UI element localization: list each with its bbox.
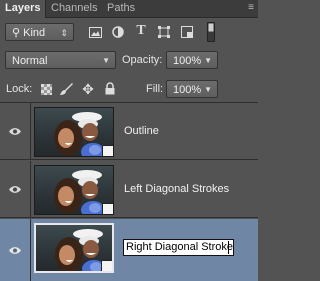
eye-icon — [9, 185, 21, 193]
layer-name: Left Diagonal Strokes — [124, 183, 230, 195]
blend-mode-dropdown[interactable]: Normal ▼ — [5, 51, 116, 69]
layer-name: Right Diagonal Strokes — [126, 241, 234, 253]
layer-name-rename-input[interactable]: Right Diagonal Strokes — [123, 239, 234, 256]
visibility-toggle[interactable] — [0, 103, 31, 159]
layer-thumbnail — [34, 107, 114, 157]
layer-row-right-diagonal-strokes[interactable]: Right Diagonal Strokes — [0, 219, 258, 281]
smart-object-badge-icon — [102, 145, 113, 156]
eye-icon — [9, 246, 21, 254]
opacity-label: Opacity: — [122, 54, 163, 66]
adjustment-layer-filter-icon[interactable] — [111, 25, 125, 39]
opacity-field[interactable]: 100% ▼ — [166, 51, 218, 69]
lock-row: Lock: ✥ Fill: 100% ▼ — [0, 75, 258, 103]
lock-position-move-icon[interactable]: ✥ — [81, 81, 95, 97]
panel-menu-icon[interactable]: ≡ — [248, 3, 254, 13]
smart-object-badge-icon — [102, 203, 113, 214]
smart-object-badge-icon — [101, 260, 112, 271]
tab-layers[interactable]: Layers — [0, 0, 47, 18]
layer-row-outline[interactable]: Outline — [0, 103, 258, 160]
opacity-value: 100% — [173, 55, 202, 67]
layer-name: Outline — [124, 125, 159, 137]
eye-icon — [9, 127, 21, 135]
filter-row: ⚲ Kind ⇕ T — [0, 18, 258, 45]
visibility-toggle[interactable] — [0, 219, 31, 281]
fill-field[interactable]: 100% ▼ — [166, 80, 218, 98]
panel-tab-bar: Layers Channels Paths ≡ — [0, 0, 258, 18]
blend-mode-value: Normal — [12, 55, 48, 67]
chevron-down-icon: ▼ — [204, 85, 212, 94]
filter-toggle-switch[interactable] — [207, 22, 215, 42]
fill-value: 100% — [173, 84, 202, 96]
layer-thumbnail — [34, 223, 114, 273]
type-layer-filter-icon[interactable]: T — [134, 23, 148, 38]
chevron-down-icon: ▼ — [102, 56, 110, 65]
shape-layer-filter-icon[interactable] — [157, 25, 171, 39]
chevron-down-icon: ▼ — [204, 56, 212, 65]
blend-row: Normal ▼ Opacity: 100% ▼ — [0, 46, 258, 73]
pixel-layer-filter-icon[interactable] — [88, 25, 102, 39]
filter-kind-label: Kind — [23, 27, 46, 39]
tab-channels[interactable]: Channels — [46, 0, 102, 17]
filter-kind-dropdown[interactable]: ⚲ Kind ⇕ — [5, 23, 74, 41]
updown-arrow-icon: ⇕ — [60, 28, 68, 38]
lock-transparent-pixels-icon[interactable] — [39, 82, 53, 96]
search-icon: ⚲ — [12, 27, 21, 39]
layer-row-left-diagonal-strokes[interactable]: Left Diagonal Strokes — [0, 161, 258, 218]
fill-label: Fill: — [146, 83, 164, 95]
lock-label: Lock: — [6, 83, 33, 95]
lock-all-padlock-icon[interactable] — [103, 81, 117, 95]
lock-image-pixels-brush-icon[interactable] — [59, 82, 73, 96]
layer-thumbnail — [34, 165, 114, 215]
text-caret — [228, 241, 229, 254]
smart-object-filter-icon[interactable] — [180, 25, 194, 39]
tab-paths[interactable]: Paths — [102, 0, 140, 17]
visibility-toggle[interactable] — [0, 161, 31, 217]
